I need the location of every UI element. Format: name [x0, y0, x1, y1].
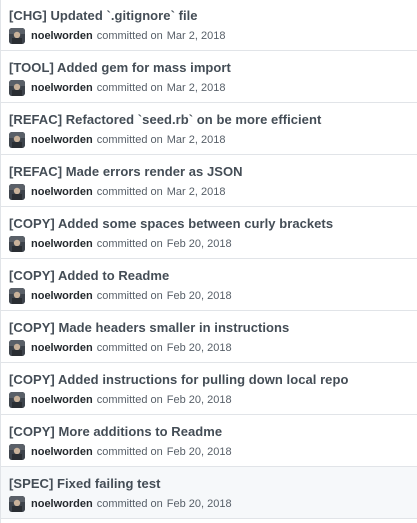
commit-date: Feb 20, 2018 [166, 238, 232, 250]
commit-row[interactable]: [REFAC] Made errors render as JSON noelw… [1, 155, 417, 207]
user-avatar-icon[interactable] [9, 132, 25, 148]
commit-verb: committed on [96, 446, 163, 458]
commit-author-link[interactable]: noelworden [31, 342, 93, 354]
commit-row[interactable]: [TOOL] Added gem for mass import noelwor… [1, 51, 417, 103]
user-avatar-icon[interactable] [9, 392, 25, 408]
commit-title-link[interactable]: [CHG] Updated `.gitignore` file [9, 8, 198, 23]
commit-date: Mar 2, 2018 [166, 134, 226, 146]
commit-author-link[interactable]: noelworden [31, 394, 93, 406]
commit-date: Mar 2, 2018 [166, 82, 226, 94]
commit-title-link[interactable]: [SPEC] Fixed failing test [9, 476, 161, 491]
commit-row[interactable]: [COPY] Added to Readme noelworden commit… [1, 259, 417, 311]
commit-meta: noelworden committed on Feb 20, 2018 [9, 340, 232, 356]
commit-title-link[interactable]: [TOOL] Added gem for mass import [9, 60, 231, 75]
commit-author-link[interactable]: noelworden [31, 446, 93, 458]
commit-verb: committed on [96, 498, 163, 510]
user-avatar-icon[interactable] [9, 80, 25, 96]
commit-meta: noelworden committed on Mar 2, 2018 [9, 132, 225, 148]
user-avatar-icon[interactable] [9, 444, 25, 460]
commit-title-link[interactable]: [COPY] More additions to Readme [9, 424, 222, 439]
commit-verb: committed on [96, 394, 163, 406]
commit-author-link[interactable]: noelworden [31, 498, 93, 510]
commit-date: Feb 20, 2018 [166, 498, 232, 510]
commit-meta: noelworden committed on Feb 20, 2018 [9, 496, 232, 512]
user-avatar-icon[interactable] [9, 236, 25, 252]
commit-row[interactable]: [COPY] More additions to Readme noelword… [1, 415, 417, 467]
user-avatar-icon[interactable] [9, 184, 25, 200]
commit-title-link[interactable]: [COPY] Added some spaces between curly b… [9, 216, 333, 231]
commit-meta: noelworden committed on Feb 20, 2018 [9, 288, 232, 304]
commit-title-link[interactable]: [REFAC] Refactored `seed.rb` on be more … [9, 112, 321, 127]
commit-row-highlighted[interactable]: [SPEC] Fixed failing test noelworden com… [1, 467, 417, 519]
commit-verb: committed on [96, 30, 163, 42]
commit-author-link[interactable]: noelworden [31, 30, 93, 42]
commit-date: Feb 20, 2018 [166, 394, 232, 406]
commit-date: Feb 20, 2018 [166, 342, 232, 354]
commit-verb: committed on [96, 186, 163, 198]
commit-date: Feb 20, 2018 [166, 446, 232, 458]
commit-title-link[interactable]: [REFAC] Made errors render as JSON [9, 164, 243, 179]
commit-author-link[interactable]: noelworden [31, 238, 93, 250]
commit-row[interactable]: [REFAC] Refactored `seed.rb` on be more … [1, 103, 417, 155]
commit-meta: noelworden committed on Mar 2, 2018 [9, 80, 225, 96]
commit-list: [CHG] Updated `.gitignore` file noelword… [0, 0, 417, 523]
commit-row[interactable]: [CHG] Updated `.gitignore` file noelword… [1, 0, 417, 51]
commit-meta: noelworden committed on Feb 20, 2018 [9, 392, 232, 408]
commit-author-link[interactable]: noelworden [31, 186, 93, 198]
commit-author-link[interactable]: noelworden [31, 134, 93, 146]
commit-row[interactable]: [COPY] Added some spaces between curly b… [1, 207, 417, 259]
commit-meta: noelworden committed on Mar 2, 2018 [9, 184, 225, 200]
commit-date: Feb 20, 2018 [166, 290, 232, 302]
commit-row[interactable]: [COPY] Made headers smaller in instructi… [1, 311, 417, 363]
commit-date: Mar 2, 2018 [166, 30, 226, 42]
commit-title-link[interactable]: [COPY] Added to Readme [9, 268, 169, 283]
user-avatar-icon[interactable] [9, 340, 25, 356]
commit-title-link[interactable]: [COPY] Made headers smaller in instructi… [9, 320, 289, 335]
commit-date: Mar 2, 2018 [166, 186, 226, 198]
commit-author-link[interactable]: noelworden [31, 290, 93, 302]
user-avatar-icon[interactable] [9, 288, 25, 304]
commit-verb: committed on [96, 238, 163, 250]
commit-title-link[interactable]: [COPY] Added instructions for pulling do… [9, 372, 348, 387]
commit-verb: committed on [96, 342, 163, 354]
commit-row[interactable]: [COPY] Added instructions for pulling do… [1, 363, 417, 415]
commit-author-link[interactable]: noelworden [31, 82, 93, 94]
commit-verb: committed on [96, 82, 163, 94]
user-avatar-icon[interactable] [9, 496, 25, 512]
commit-meta: noelworden committed on Mar 2, 2018 [9, 28, 225, 44]
commit-verb: committed on [96, 290, 163, 302]
commit-meta: noelworden committed on Feb 20, 2018 [9, 444, 232, 460]
user-avatar-icon[interactable] [9, 28, 25, 44]
commit-meta: noelworden committed on Feb 20, 2018 [9, 236, 232, 252]
commit-verb: committed on [96, 134, 163, 146]
